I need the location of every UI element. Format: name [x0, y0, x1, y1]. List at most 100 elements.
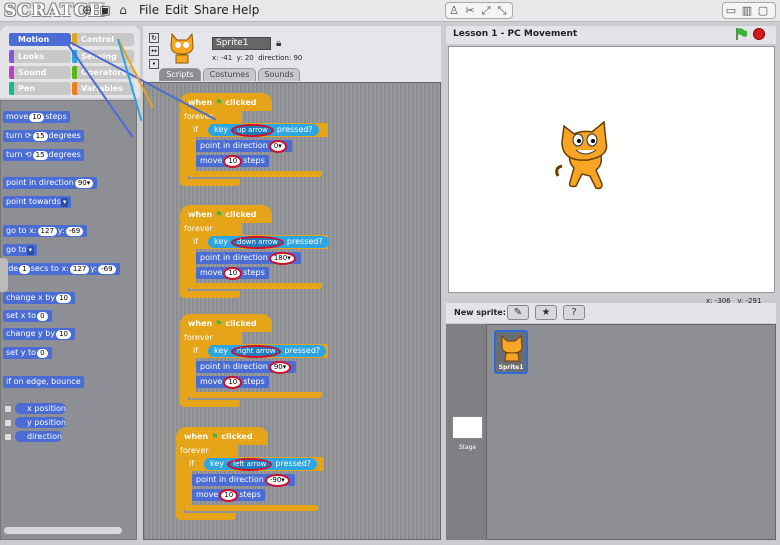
stage-thumbnail[interactable]: [452, 416, 483, 439]
key-pressed-block[interactable]: key left arrow pressed?: [204, 458, 318, 471]
block-goto-xy[interactable]: go to x: 127 y: -69: [3, 225, 88, 237]
tab-scripts[interactable]: Scripts: [159, 68, 201, 81]
category-looks[interactable]: Looks: [9, 50, 71, 63]
key-pressed-block[interactable]: key down arrow pressed?: [208, 236, 329, 249]
script-stack-3[interactable]: when ⚑ clicked forever if key right arrow press…: [180, 314, 330, 424]
script-stack-1[interactable]: when ⚑ clicked forever if key up arrow pressed?…: [180, 93, 330, 203]
reporter-direction[interactable]: direction: [15, 431, 63, 442]
point-label: point in direction: [200, 253, 268, 262]
move-steps-block[interactable]: move 10 steps: [196, 376, 269, 389]
block-bounce[interactable]: if on edge, bounce: [3, 376, 84, 388]
block-change-y[interactable]: change y by 10: [3, 328, 75, 340]
move-steps-block[interactable]: move 10 steps: [192, 489, 265, 502]
pressed-label: pressed?: [275, 459, 312, 468]
share-icon[interactable]: ⌂: [116, 3, 130, 17]
when-flag-clicked-block[interactable]: when ⚑ clicked: [176, 427, 268, 445]
point-in-direction-block[interactable]: point in direction 180▾: [196, 252, 301, 265]
view-mode-group: ▭ ▥ ▢: [722, 2, 776, 19]
menu-help[interactable]: Help: [232, 3, 259, 17]
block-point-towards[interactable]: point towards ▾: [3, 196, 72, 208]
new-sprite-label: New sprite:: [454, 308, 506, 317]
if-bottom: [188, 283, 322, 289]
forever-block[interactable]: forever: [176, 445, 238, 457]
forever-bottom: [180, 400, 240, 407]
grow-icon[interactable]: ⤢: [478, 4, 494, 18]
when-flag-clicked-block[interactable]: when ⚑ clicked: [180, 314, 272, 332]
direction-dropdown[interactable]: -90▾: [264, 474, 290, 487]
reporter-x-position[interactable]: x position: [15, 403, 66, 414]
key-dropdown[interactable]: up arrow: [231, 124, 274, 137]
menu-share[interactable]: Share: [194, 3, 229, 17]
normal-stage-icon[interactable]: ▥: [739, 4, 755, 17]
steps-label: steps: [243, 156, 265, 165]
random-sprite-button[interactable]: ?: [563, 305, 585, 320]
presentation-icon[interactable]: ▢: [755, 4, 771, 17]
key-dropdown[interactable]: down arrow: [231, 236, 284, 249]
key-dropdown[interactable]: right arrow: [231, 345, 282, 358]
shrink-icon[interactable]: ⤡: [494, 4, 510, 18]
block-set-y[interactable]: set y to 0: [3, 347, 52, 359]
sprite-thumbnail[interactable]: Sprite1: [494, 330, 528, 374]
block-goto[interactable]: go to ▾: [3, 244, 38, 256]
flip-style-icon[interactable]: ↔: [149, 46, 159, 56]
forever-arm: [180, 342, 188, 402]
forever-block[interactable]: forever: [180, 332, 242, 344]
checkbox-direction[interactable]: [4, 433, 12, 441]
block-turn-cw[interactable]: turn ⟳ 15 degrees: [3, 130, 84, 142]
move-steps-block[interactable]: move 10 steps: [196, 267, 269, 280]
menu-edit[interactable]: Edit: [165, 3, 188, 17]
point-in-direction-block[interactable]: point in direction -90▾: [192, 474, 295, 487]
rotate-style-icon[interactable]: ↻: [149, 33, 159, 43]
steps-input[interactable]: 10: [219, 489, 239, 502]
category-sound[interactable]: Sound: [9, 66, 71, 79]
stop-sign-icon[interactable]: [753, 28, 765, 40]
steps-input[interactable]: 10: [223, 155, 243, 168]
green-flag-icon[interactable]: [734, 27, 748, 41]
block-change-x[interactable]: change x by 10: [3, 292, 75, 304]
checkbox-x-position[interactable]: [4, 405, 12, 413]
save-icon[interactable]: ▣: [98, 3, 112, 17]
category-motion[interactable]: Motion: [9, 33, 71, 46]
steps-input[interactable]: 10: [223, 267, 243, 280]
when-flag-clicked-block[interactable]: when ⚑ clicked: [180, 205, 272, 223]
category-control[interactable]: Control: [72, 33, 134, 46]
forever-block[interactable]: forever: [180, 223, 242, 235]
point-in-direction-block[interactable]: point in direction 0▾: [196, 140, 292, 153]
script-stack-4[interactable]: when ⚑ clicked forever if key left arrow presse…: [176, 427, 326, 537]
globe-icon[interactable]: ⊕: [80, 3, 94, 17]
reporter-y-position[interactable]: y position: [15, 417, 66, 428]
duplicate-icon[interactable]: ♙: [446, 4, 462, 17]
block-set-x[interactable]: set x to 0: [3, 310, 52, 322]
block-turn-ccw[interactable]: turn ⟲ 15 degrees: [3, 149, 84, 161]
small-stage-icon[interactable]: ▭: [723, 4, 739, 17]
key-pressed-block[interactable]: key up arrow pressed?: [208, 124, 319, 137]
paint-new-sprite-button[interactable]: ✎: [507, 305, 529, 320]
green-flag-icon: ⚑: [215, 98, 223, 107]
checkbox-y-position[interactable]: [4, 419, 12, 427]
direction-dropdown[interactable]: 0▾: [268, 140, 287, 153]
palette-resize-handle[interactable]: [0, 258, 8, 292]
cat-sprite-on-stage[interactable]: [552, 120, 620, 192]
choose-sprite-button[interactable]: ★: [535, 305, 557, 320]
menu-file[interactable]: File: [139, 3, 159, 17]
direction-dropdown[interactable]: 90▾: [268, 361, 292, 374]
tab-costumes[interactable]: Costumes: [203, 68, 256, 81]
no-rotate-icon[interactable]: •: [149, 59, 159, 69]
block-point-direction[interactable]: point in direction 90▾: [3, 177, 98, 189]
key-pressed-block[interactable]: key right arrow pressed?: [208, 345, 327, 358]
hat-clicked-label: clicked: [221, 432, 253, 441]
direction-dropdown[interactable]: 180▾: [268, 252, 296, 265]
lock-icon[interactable]: 🔒︎: [276, 38, 281, 49]
cut-icon[interactable]: ✂: [462, 4, 478, 17]
steps-input[interactable]: 10: [223, 376, 243, 389]
block-move[interactable]: move 10 steps: [3, 111, 70, 123]
move-steps-block[interactable]: move 10 steps: [196, 155, 269, 168]
block-glide[interactable]: ide 1 secs to x: 127 y: -69: [3, 263, 120, 275]
palette-scrollbar[interactable]: [4, 527, 122, 534]
point-in-direction-block[interactable]: point in direction 90▾: [196, 361, 297, 374]
script-stack-2[interactable]: when ⚑ clicked forever if key down arrow presse…: [180, 205, 330, 315]
tab-sounds[interactable]: Sounds: [258, 68, 300, 81]
key-dropdown[interactable]: left arrow: [227, 458, 273, 471]
sprite-name-field[interactable]: Sprite1: [212, 37, 271, 50]
category-pen[interactable]: Pen: [9, 82, 71, 95]
